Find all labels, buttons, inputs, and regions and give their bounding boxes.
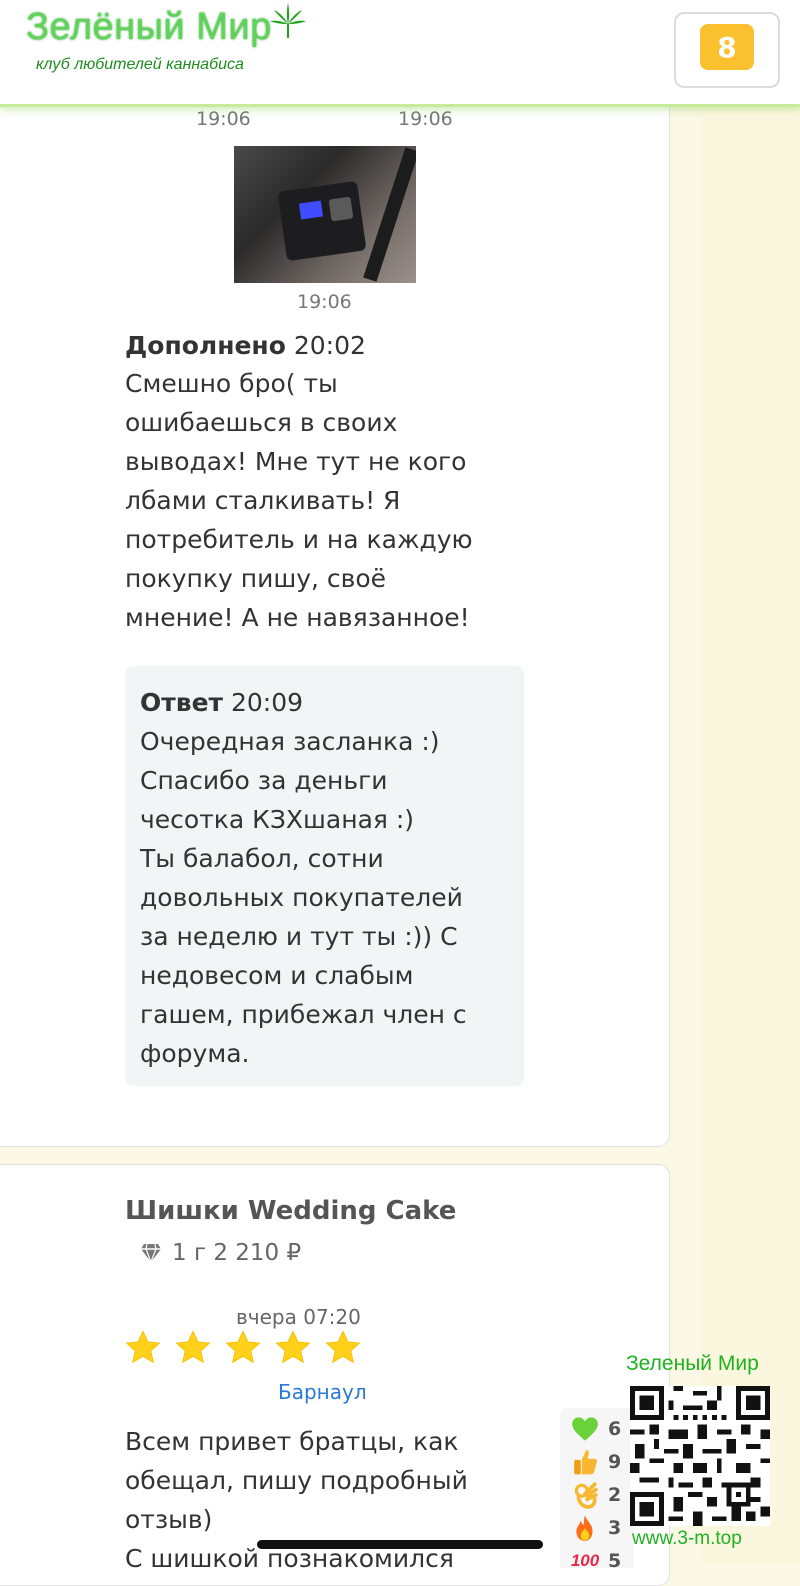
watermark-url: www.3-m.top — [632, 1528, 742, 1549]
reaction-count: 2 — [608, 1484, 622, 1506]
photo-cable — [363, 147, 416, 282]
reaction-count: 5 — [608, 1550, 622, 1572]
review-photo[interactable] — [234, 146, 416, 283]
reaction-count: 3 — [608, 1517, 622, 1539]
reply-header: Ответ 20:09 — [140, 683, 303, 722]
rating-stars — [124, 1328, 362, 1368]
cannabis-leaf-icon — [270, 3, 306, 38]
price-text: 1 г 2 210 ₽ — [172, 1240, 302, 1266]
reaction-heart[interactable]: 6 — [570, 1414, 630, 1444]
reaction-ok[interactable]: 2 — [570, 1480, 630, 1510]
product-price: 1 г 2 210 ₽ — [140, 1240, 301, 1266]
scale-image — [277, 180, 367, 262]
addition-text: Смешно бро( ты ошибаешься в своих вывода… — [125, 369, 473, 632]
star-icon — [325, 1330, 361, 1364]
star-icon — [125, 1330, 161, 1364]
logo-subtitle: клуб любителей каннабиса — [36, 56, 244, 73]
reply-time: 20:09 — [230, 688, 304, 717]
star-icon — [175, 1330, 211, 1364]
ok-hand-icon — [570, 1481, 600, 1509]
reactions-panel: 6 9 2 3 100 5 — [560, 1408, 634, 1572]
notification-count-badge: 8 — [700, 24, 754, 70]
reply-text: Очередная засланка :) Спасибо за деньги … — [140, 727, 467, 1068]
hundred-icon: 100 — [570, 1551, 600, 1570]
reaction-hundred[interactable]: 100 5 — [570, 1546, 630, 1576]
green-heart-icon — [570, 1415, 600, 1443]
home-indicator — [257, 1540, 543, 1549]
product-title[interactable]: Шишки Wedding Cake — [125, 1196, 456, 1226]
star-icon — [225, 1330, 261, 1364]
reaction-count: 6 — [608, 1418, 622, 1440]
reaction-count: 9 — [608, 1451, 622, 1473]
notifications-button[interactable]: 8 — [674, 12, 780, 88]
addition-time: 20:02 — [293, 331, 366, 360]
addition-header: Дополнено 20:02 — [125, 326, 366, 365]
photo-time: 19:06 — [297, 291, 352, 313]
reaction-thumbs-up[interactable]: 9 — [570, 1447, 630, 1477]
reply-label: Ответ — [140, 688, 224, 717]
qr-code-image — [630, 1386, 770, 1526]
site-header: Зелёный Мир клуб любителей каннабиса 8 — [0, 0, 800, 107]
side-strip — [700, 0, 800, 1563]
review-time: вчера 07:20 — [236, 1305, 361, 1329]
logo-title[interactable]: Зелёный Мир — [26, 6, 272, 49]
diamond-icon — [141, 1243, 161, 1263]
message-time: 19:06 — [196, 108, 251, 130]
message-time: 19:06 — [398, 108, 453, 130]
thumbs-up-icon — [570, 1448, 600, 1476]
scale-button — [328, 196, 354, 222]
watermark-title: Зеленый Мир — [626, 1352, 759, 1375]
review-text: Всем привет братцы, как обещал, пишу под… — [125, 1427, 468, 1573]
review-city-link[interactable]: Барнаул — [278, 1380, 367, 1404]
fire-icon — [570, 1514, 600, 1542]
star-icon — [275, 1330, 311, 1364]
reaction-fire[interactable]: 3 — [570, 1513, 630, 1543]
scale-display — [298, 200, 324, 220]
addition-label: Дополнено — [125, 331, 286, 360]
